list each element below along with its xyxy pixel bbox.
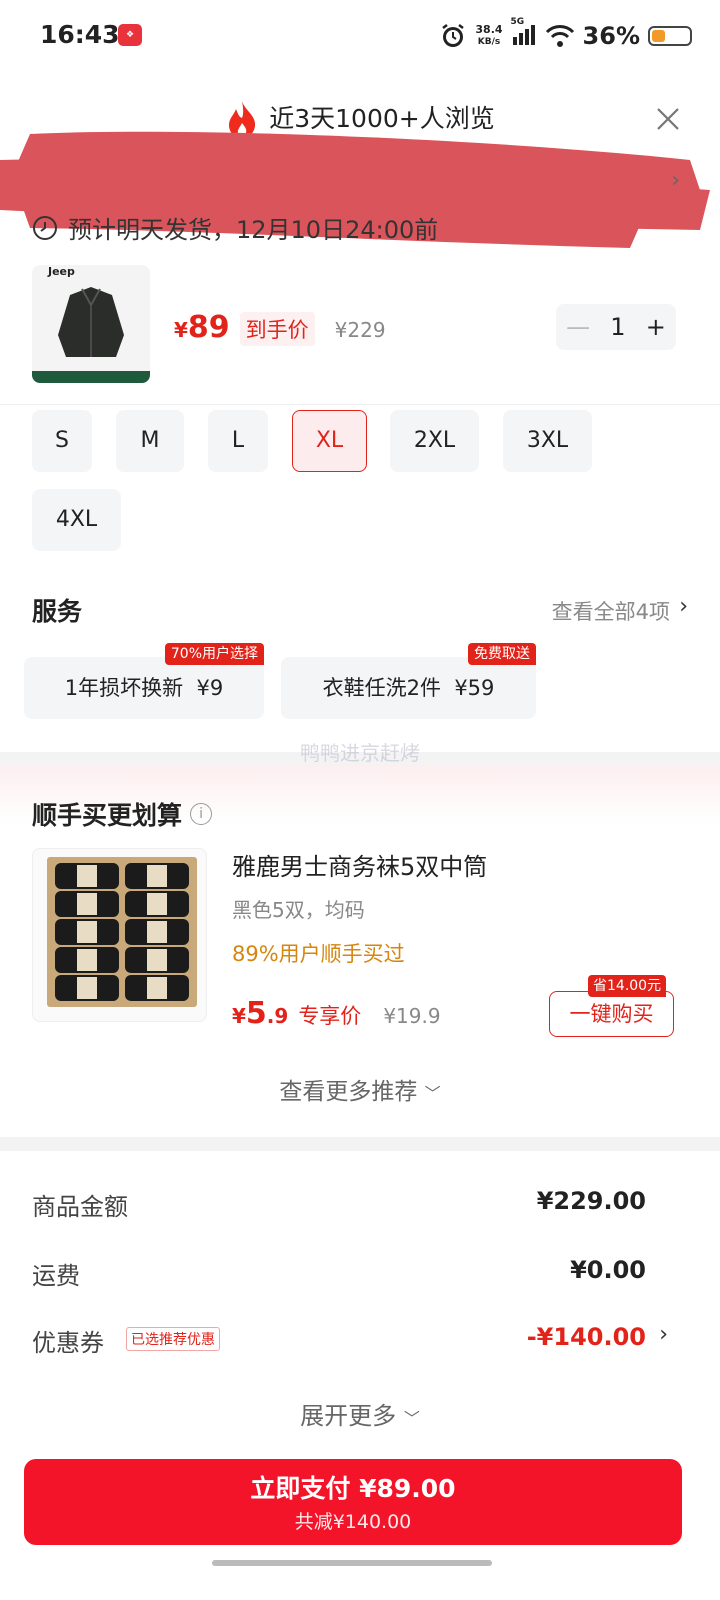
pay-sub-label: 共减¥140.00: [294, 1511, 412, 1533]
chevron-right-icon[interactable]: ›: [679, 594, 688, 619]
wifi-icon: [545, 25, 574, 47]
addon-thumbnail: [32, 848, 207, 1022]
battery-icon: [648, 26, 692, 46]
increase-button[interactable]: +: [646, 313, 666, 341]
service-badge: 70%用户选择: [164, 643, 264, 665]
addon-name: 雅鹿男士商务袜5双中筒: [232, 853, 488, 881]
coupon-label[interactable]: 优惠券: [32, 1323, 104, 1358]
goods-amount-label: 商品金额: [32, 1193, 128, 1221]
coupon-value[interactable]: -¥140.00: [527, 1323, 646, 1351]
coupon-chevron-icon[interactable]: ›: [659, 1322, 668, 1347]
quantity-stepper[interactable]: — 1 +: [556, 304, 676, 350]
pay-now-button[interactable]: 立即支付 ¥89.00 共减¥140.00: [24, 1459, 682, 1545]
price-original: ¥229: [334, 318, 386, 342]
price-now: ¥89: [174, 310, 230, 345]
service-price: ¥9: [196, 676, 224, 700]
cellular-signal-icon: 5G: [511, 17, 537, 51]
size-option-m[interactable]: M: [116, 410, 184, 472]
addon-price: ¥5.9: [232, 996, 289, 1031]
size-option-3xl[interactable]: 3XL: [503, 410, 592, 472]
divider: [0, 404, 720, 405]
thumb-brand: Jeep: [48, 265, 75, 278]
status-right: 38.4 KB/s 5G 36%: [439, 17, 692, 52]
expand-more-link[interactable]: 展开更多 ﹀: [0, 1396, 720, 1431]
size-option-2xl[interactable]: 2XL: [390, 410, 479, 472]
size-option-l[interactable]: L: [208, 410, 268, 472]
status-time: 16:43: [40, 20, 120, 49]
addon-hot-text: 89%用户顺手买过: [232, 942, 405, 966]
service-badge: 免费取送: [468, 643, 536, 665]
alarm-icon: [442, 24, 465, 47]
freight-value: ¥0.00: [570, 1256, 646, 1284]
service-price: ¥59: [454, 676, 495, 700]
net-speed: 38.4 KB/s: [475, 23, 503, 48]
price-label: 到手价: [239, 312, 315, 346]
shipping-text: 预计明天发货，12月10日24:00前: [68, 216, 439, 244]
product-price-row: ¥89 到手价 ¥229: [174, 310, 386, 346]
info-icon[interactable]: i: [190, 803, 213, 825]
addon-price-row: ¥5.9 专享价 ¥19.9: [232, 996, 441, 1031]
app-notification-icon: ❖: [118, 24, 142, 46]
freight-label: 运费: [32, 1262, 80, 1290]
home-indicator[interactable]: [212, 1560, 492, 1566]
battery-percent: 36%: [582, 22, 640, 50]
services-title: 服务: [32, 597, 83, 626]
addon-spec: 黑色5双，均码: [232, 898, 365, 922]
clock-icon: [33, 215, 57, 240]
quantity-value[interactable]: 1: [610, 313, 625, 341]
shipping-row: 预计明天发货，12月10日24:00前: [32, 210, 438, 245]
service-option-1[interactable]: 1年损坏换新 ¥9 70%用户选择: [24, 643, 264, 719]
size-option-s[interactable]: S: [32, 410, 92, 472]
watermark: 鸭鸭进京赶烤: [300, 741, 420, 765]
addon-price-original: ¥19.9: [383, 1004, 441, 1028]
chevron-down-icon: ﹀: [424, 1084, 441, 1103]
coupon-tag: 已选推荐优惠: [126, 1327, 220, 1351]
goods-amount-value: ¥229.00: [536, 1187, 646, 1215]
size-option-xl[interactable]: XL: [292, 410, 367, 472]
service-label: 衣鞋任洗2件: [322, 676, 441, 700]
service-label: 1年损坏换新: [64, 676, 184, 700]
size-option-4xl[interactable]: 4XL: [32, 489, 121, 551]
more-recommendations-link[interactable]: 查看更多推荐 ﹀: [0, 1072, 720, 1106]
address-chevron-icon[interactable]: ›: [671, 168, 680, 193]
one-click-buy-button[interactable]: 一键购买: [549, 991, 674, 1037]
service-option-2[interactable]: 衣鞋任洗2件 ¥59 免费取送: [281, 643, 536, 719]
pay-main-label: 立即支付 ¥89.00: [250, 1474, 456, 1503]
chevron-down-icon: ﹀: [403, 1409, 420, 1428]
addon-title: 顺手买更划算 i: [32, 796, 213, 832]
decrease-button[interactable]: —: [566, 313, 590, 341]
save-badge: 省14.00元: [588, 975, 667, 997]
services-view-all[interactable]: 查看全部4项: [552, 596, 670, 626]
product-thumbnail: Jeep: [32, 265, 150, 383]
section-separator: [0, 1137, 720, 1151]
addon-price-label: 专享价: [298, 1004, 362, 1028]
